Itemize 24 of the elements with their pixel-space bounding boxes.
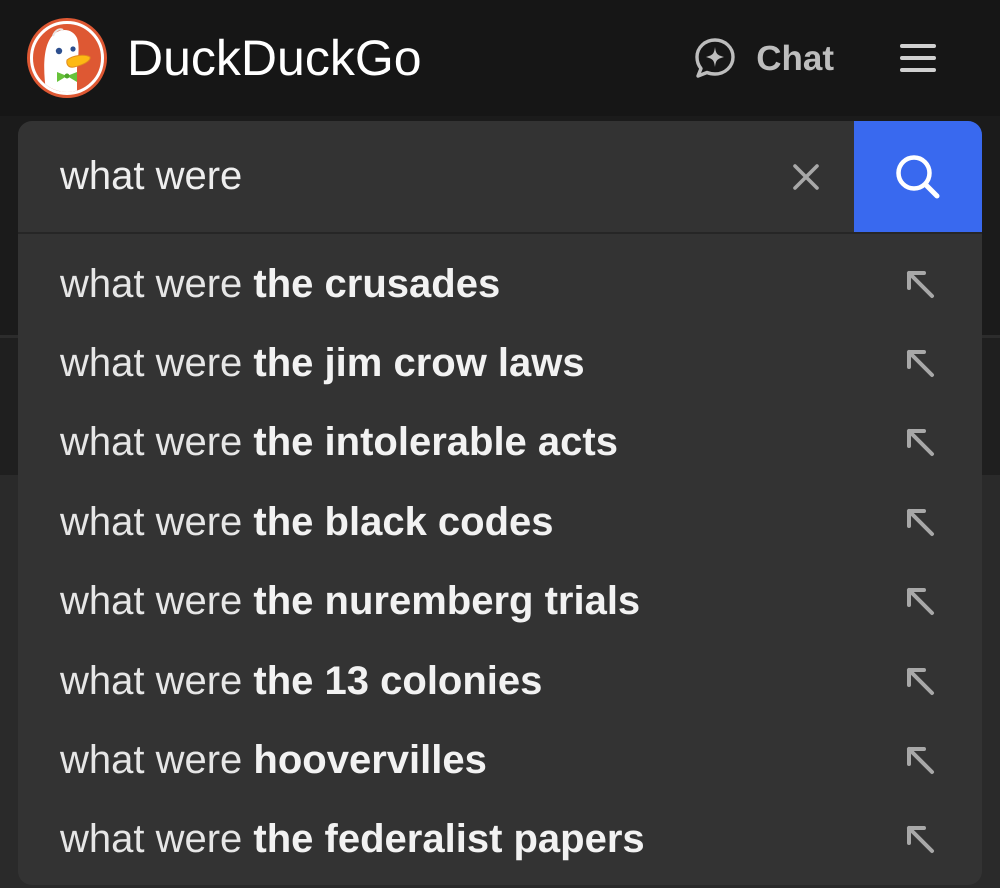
arrow-icon[interactable] — [905, 824, 935, 854]
suggestion-item[interactable]: what were the nuremberg trials — [60, 577, 640, 626]
suggestion-item[interactable]: what were the federalist papers — [60, 815, 645, 864]
duck-logo-icon[interactable] — [27, 18, 107, 98]
suggestion-item[interactable]: what were the black codes — [60, 498, 554, 546]
search-button[interactable] — [854, 121, 982, 232]
suggestion-item[interactable]: what were the jim crow laws — [60, 339, 585, 388]
suggestion-item[interactable]: what were the 13 colonies — [60, 656, 542, 705]
arrow-icon[interactable] — [905, 745, 935, 776]
arrow-icon[interactable] — [905, 427, 935, 458]
arrow-icon[interactable] — [905, 268, 935, 299]
arrow-icon[interactable] — [905, 586, 935, 616]
suggestion-item[interactable]: what were the intolerable acts — [60, 418, 618, 466]
arrow-icon[interactable] — [905, 348, 935, 378]
search-icon — [895, 154, 941, 200]
close-icon[interactable] — [792, 162, 820, 190]
chat-icon — [694, 37, 736, 79]
chat-button[interactable]: Chat — [694, 37, 834, 79]
menu-icon[interactable] — [900, 43, 936, 73]
arrow-icon[interactable] — [905, 666, 935, 696]
logo-text[interactable]: DuckDuckGo — [127, 33, 422, 83]
suggestion-item[interactable]: what were the crusades — [60, 260, 500, 308]
suggestion-item[interactable]: what were hoovervilles — [60, 736, 487, 784]
arrow-icon[interactable] — [905, 506, 935, 537]
